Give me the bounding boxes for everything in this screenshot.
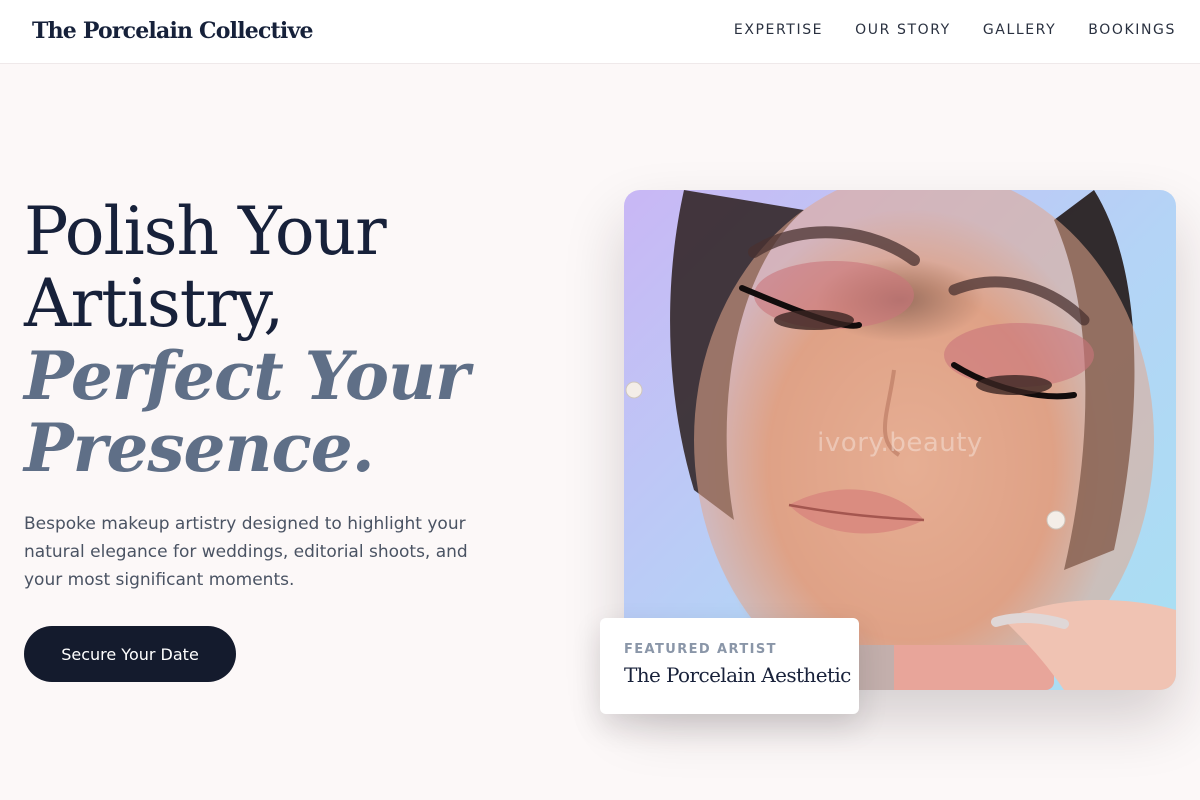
nav-item-gallery[interactable]: GALLERY	[983, 22, 1056, 38]
hero-title: Polish Your Artistry, Perfect Your Prese…	[24, 193, 544, 487]
image-watermark: ivory.beauty	[817, 428, 983, 458]
nav-item-bookings[interactable]: BOOKINGS	[1088, 22, 1176, 38]
secure-date-button[interactable]: Secure Your Date	[24, 626, 236, 682]
site-header: The Porcelain Collective EXPERTISE OUR S…	[0, 0, 1200, 64]
main-nav: EXPERTISE OUR STORY GALLERY BOOKINGS	[702, 22, 1176, 38]
brand-logo[interactable]: The Porcelain Collective	[32, 18, 313, 44]
hero-title-accent-line: Perfect Your	[24, 337, 470, 415]
featured-artist-name: The Porcelain Aesthetic	[624, 663, 851, 687]
hero-title-line: Polish Your	[24, 193, 387, 270]
hero-portrait-image: ivory.beauty	[624, 190, 1176, 690]
nav-item-our-story[interactable]: OUR STORY	[855, 22, 951, 38]
featured-artist-card[interactable]: FEATURED ARTIST The Porcelain Aesthetic	[600, 618, 859, 714]
nav-item-expertise[interactable]: EXPERTISE	[734, 22, 823, 38]
hero-description: Bespoke makeup artistry designed to high…	[24, 514, 468, 590]
hero-title-accent-line: Presence.	[24, 409, 375, 487]
featured-label: FEATURED ARTIST	[624, 642, 777, 657]
hero-title-line: Artistry,	[24, 265, 284, 342]
